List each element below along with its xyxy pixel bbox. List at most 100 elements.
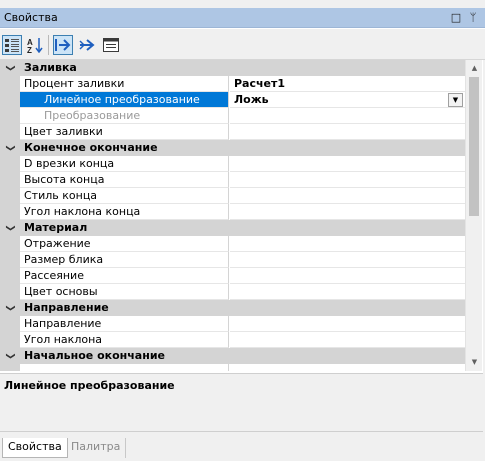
collapse-chevron-icon[interactable]: ❯ [2,302,18,314]
property-name[interactable]: Цвет заливки [20,124,229,140]
sort-az-icon: A Z [27,38,43,53]
property-row[interactable]: Цвет заливки [0,124,465,140]
top-strip [0,0,485,8]
property-value-text: Расчет1 [234,77,286,90]
category-row[interactable]: ❯ Заливка [0,60,465,76]
property-value[interactable] [230,124,465,140]
panel-title: Свойства [4,11,58,24]
tab-palette[interactable]: Палитра [66,438,127,458]
property-row[interactable]: Угол наклона [0,332,465,348]
property-name[interactable] [20,364,229,371]
property-name[interactable]: Процент заливки [20,76,229,92]
svg-text:Z: Z [27,46,32,53]
property-value[interactable] [230,156,465,172]
property-row[interactable]: Высота конца [0,172,465,188]
property-name[interactable]: Угол наклона конца [20,204,229,220]
row-gutter [0,76,20,92]
category-row[interactable]: ❯ Начальное окончание [0,348,465,364]
property-row[interactable]: Преобразование [0,108,465,124]
row-gutter [0,172,20,188]
alphabetical-button[interactable]: A Z [25,35,45,55]
category-row[interactable]: ❯ Направление [0,300,465,316]
collapse-chevron-icon[interactable]: ❯ [2,222,18,234]
row-gutter [0,268,20,284]
description-pane: Линейное преобразование [0,373,483,431]
property-name[interactable]: Направление [20,316,229,332]
category-row[interactable]: ❯ Материал [0,220,465,236]
property-row[interactable]: D врезки конца [0,156,465,172]
categorized-button[interactable] [2,35,22,55]
property-row[interactable]: Размер блика [0,252,465,268]
property-name[interactable]: Размер блика [20,252,229,268]
property-row[interactable]: Линейное преобразование Ложь ▼ [0,92,465,108]
property-value[interactable]: Расчет1 [230,76,465,92]
property-row[interactable]: Направление [0,316,465,332]
properties-nav-button[interactable] [77,35,97,55]
property-row[interactable]: Стиль конца [0,188,465,204]
restore-icon[interactable]: □ [449,11,463,25]
property-value[interactable] [230,316,465,332]
collapse-chevron-icon[interactable]: ❯ [2,350,18,362]
property-name[interactable]: Отражение [20,236,229,252]
row-gutter [0,204,20,220]
property-rows: ❯ Заливка Процент заливки Расчет1 Линейное п… [0,60,465,371]
row-gutter [0,252,20,268]
property-value[interactable] [230,364,465,371]
property-grid: ❯ Заливка Процент заливки Расчет1 Линейное п… [0,60,485,371]
property-row[interactable]: Отражение [0,236,465,252]
property-name[interactable]: Угол наклона [20,332,229,348]
events-button[interactable] [53,35,73,55]
property-row[interactable]: Процент заливки Расчет1 [0,76,465,92]
property-value[interactable] [230,204,465,220]
scroll-down-button[interactable]: ▼ [466,354,483,371]
row-gutter [0,156,20,172]
panel-title-bar: Свойства □ ᛘ [0,8,485,28]
property-value[interactable] [230,268,465,284]
property-value[interactable] [230,172,465,188]
collapse-chevron-icon[interactable]: ❯ [2,62,18,74]
property-value[interactable] [230,188,465,204]
row-gutter [0,316,20,332]
property-row[interactable]: Цвет основы [0,284,465,300]
property-pages-button[interactable] [101,35,121,55]
property-name[interactable]: Преобразование [20,108,229,124]
property-row[interactable]: Рассеяние [0,268,465,284]
pin-icon[interactable]: ᛘ [466,11,480,25]
property-value[interactable]: Ложь ▼ [230,92,465,108]
row-gutter [0,332,20,348]
arrow-right-icon [79,39,95,51]
category-label: Материал [24,221,88,234]
property-value[interactable] [230,252,465,268]
description-title: Линейное преобразование [4,379,175,392]
property-value[interactable] [230,236,465,252]
property-name[interactable]: Линейное преобразование [20,92,229,108]
property-value[interactable] [230,108,465,124]
property-row[interactable]: Угол наклона конца [0,204,465,220]
vertical-scrollbar[interactable]: ▲ ▼ [465,60,482,371]
category-label: Конечное окончание [24,141,158,154]
row-gutter [0,124,20,140]
property-name[interactable]: Высота конца [20,172,229,188]
category-row[interactable]: ❯ Конечное окончание [0,140,465,156]
row-gutter [0,284,20,300]
row-gutter [0,236,20,252]
row-gutter [0,188,20,204]
property-row[interactable] [0,364,465,371]
scroll-up-button[interactable]: ▲ [466,60,483,77]
property-name[interactable]: Стиль конца [20,188,229,204]
property-name[interactable]: D врезки конца [20,156,229,172]
collapse-chevron-icon[interactable]: ❯ [2,142,18,154]
dropdown-arrow-icon[interactable]: ▼ [448,93,463,107]
property-pages-icon [103,38,119,52]
property-value[interactable] [230,332,465,348]
category-label: Начальное окончание [24,349,165,362]
property-value[interactable] [230,284,465,300]
toolbar-separator [48,35,49,55]
property-value-text: Ложь [234,93,269,106]
scroll-thumb[interactable] [469,77,479,216]
row-gutter [0,108,20,124]
tab-properties[interactable]: Свойства [2,438,68,458]
property-name[interactable]: Рассеяние [20,268,229,284]
property-name[interactable]: Цвет основы [20,284,229,300]
categorized-icon [5,39,19,52]
